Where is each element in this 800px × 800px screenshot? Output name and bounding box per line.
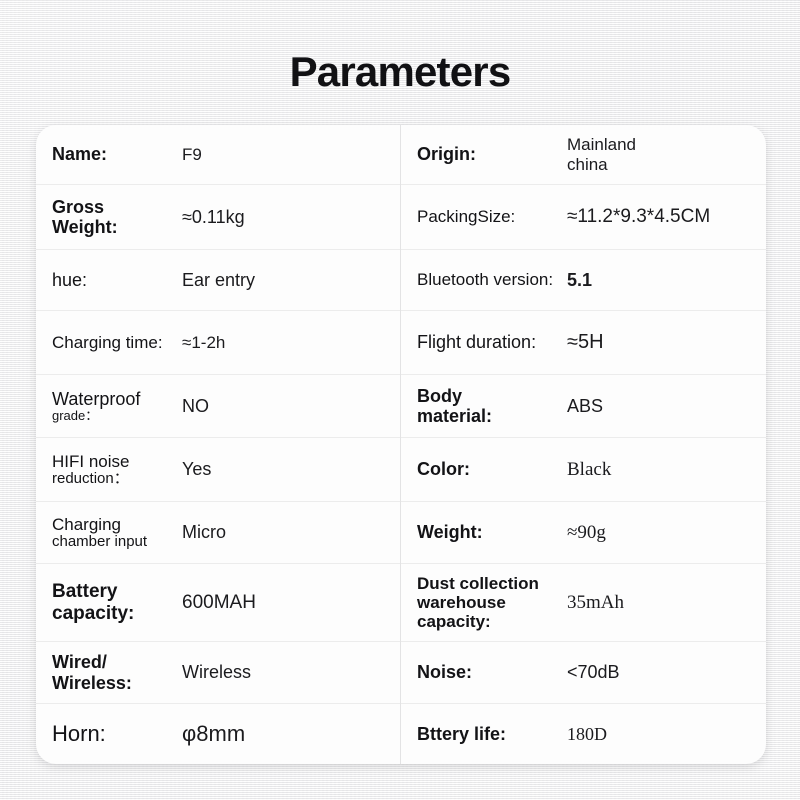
- specification-card: Name: F9 Gross Weight: ≈0.11kg hue: Ear …: [36, 125, 766, 764]
- spec-value: Black: [567, 458, 612, 480]
- table-row: hue: Ear entry: [36, 250, 400, 311]
- spec-label: Charging time:: [52, 332, 163, 352]
- spec-label-line1: Charging: [52, 514, 121, 534]
- table-row: Bluetooth version: 5.1: [401, 250, 766, 311]
- spec-label: Origin:: [417, 144, 476, 165]
- spec-column-left: Name: F9 Gross Weight: ≈0.11kg hue: Ear …: [36, 125, 401, 764]
- spec-label: Dust collection warehouse capacity:: [417, 574, 567, 631]
- spec-value: ≈11.2*9.3*4.5CM: [567, 206, 711, 228]
- spec-label: hue:: [52, 269, 88, 290]
- spec-label-line2: warehouse: [417, 592, 506, 612]
- spec-label-line1: Wired/: [52, 652, 107, 673]
- spec-label: Weight:: [417, 522, 483, 543]
- spec-value: φ8mm: [182, 721, 246, 747]
- table-row: Charging time: ≈1-2h: [36, 311, 400, 375]
- spec-value: 5.1: [567, 269, 593, 290]
- spec-label-line2: Wireless:: [52, 672, 132, 693]
- spec-label: Wired/ Wireless:: [52, 652, 182, 692]
- spec-label: HIFI noise reduction：: [52, 452, 182, 488]
- table-row: Name: F9: [36, 125, 400, 185]
- spec-label: Waterproof grade：: [52, 389, 182, 424]
- table-row: Bttery life: 180D: [401, 704, 766, 764]
- spec-value: ABS: [567, 395, 604, 416]
- spec-label: Body material:: [417, 386, 567, 426]
- table-row: Waterproof grade： NO: [36, 375, 400, 438]
- spec-value-line2: china: [567, 154, 608, 174]
- table-row: PackingSize: ≈11.2*9.3*4.5CM: [401, 185, 766, 250]
- spec-label-line2: Weight:: [52, 217, 118, 237]
- spec-label: Horn:: [52, 720, 106, 746]
- spec-label: Color:: [417, 459, 470, 480]
- spec-value: Mainland china: [567, 135, 636, 174]
- spec-value: 35mAh: [567, 591, 624, 613]
- spec-label-line1: Waterproof: [52, 388, 141, 409]
- spec-value: Ear entry: [182, 269, 256, 290]
- spec-column-right: Origin: Mainland china PackingSize: ≈11.…: [401, 125, 766, 764]
- spec-label-line1: Body: [417, 385, 462, 406]
- table-row: Wired/ Wireless: Wireless: [36, 642, 400, 704]
- spec-value: Micro: [182, 522, 226, 543]
- spec-value: ≈5H: [567, 331, 604, 353]
- spec-label: Noise:: [417, 662, 473, 683]
- table-row: Flight duration: ≈5H: [401, 311, 766, 375]
- spec-value: ≈90g: [567, 521, 606, 543]
- table-row: HIFI noise reduction： Yes: [36, 438, 400, 502]
- spec-label-line2: chamber input: [52, 532, 148, 550]
- spec-value: F9: [182, 144, 202, 164]
- spec-value: Wireless: [182, 662, 252, 683]
- spec-label-line2: grade：: [52, 407, 99, 423]
- table-row: Body material: ABS: [401, 375, 766, 438]
- spec-label-line1: Battery: [52, 581, 118, 603]
- table-row: Weight: ≈90g: [401, 502, 766, 564]
- spec-value: ≈0.11kg: [182, 206, 245, 227]
- spec-label: Charging chamber input: [52, 515, 182, 551]
- spec-label-line1: HIFI noise: [52, 451, 130, 471]
- spec-label: Battery capacity:: [52, 581, 182, 624]
- spec-value: NO: [182, 395, 209, 416]
- spec-label: Name:: [52, 144, 108, 165]
- spec-value-line1: Mainland: [567, 134, 636, 154]
- spec-label: Gross Weight:: [52, 197, 182, 237]
- spec-value: 180D: [567, 723, 607, 744]
- spec-label: Flight duration:: [417, 332, 537, 353]
- spec-value: 600MAH: [182, 591, 256, 613]
- table-row: Origin: Mainland china: [401, 125, 766, 185]
- spec-label-line2: capacity:: [52, 602, 135, 624]
- spec-label-line1: Gross: [52, 196, 105, 217]
- table-row: Horn: φ8mm: [36, 704, 400, 764]
- table-row: Battery capacity: 600MAH: [36, 564, 400, 642]
- page-root: Parameters Name: F9 Gross Weight: ≈0.11k…: [0, 0, 800, 800]
- spec-value: Yes: [182, 459, 212, 480]
- table-row: Gross Weight: ≈0.11kg: [36, 185, 400, 250]
- table-row: Charging chamber input Micro: [36, 502, 400, 564]
- table-row: Noise: <70dB: [401, 642, 766, 704]
- spec-label-line2: reduction：: [52, 469, 129, 487]
- spec-value: <70dB: [567, 662, 620, 683]
- spec-label: Bluetooth version:: [417, 270, 554, 290]
- spec-label: PackingSize:: [417, 207, 516, 227]
- spec-label-line1: Dust collection: [417, 573, 539, 593]
- page-title: Parameters: [289, 48, 512, 95]
- spec-label-line3: capacity:: [417, 612, 491, 632]
- table-row: Dust collection warehouse capacity: 35mA…: [401, 564, 766, 642]
- spec-label-line2: material:: [417, 406, 493, 426]
- spec-value: ≈1-2h: [182, 332, 226, 352]
- table-row: Color: Black: [401, 438, 766, 502]
- spec-label: Bttery life:: [417, 723, 507, 744]
